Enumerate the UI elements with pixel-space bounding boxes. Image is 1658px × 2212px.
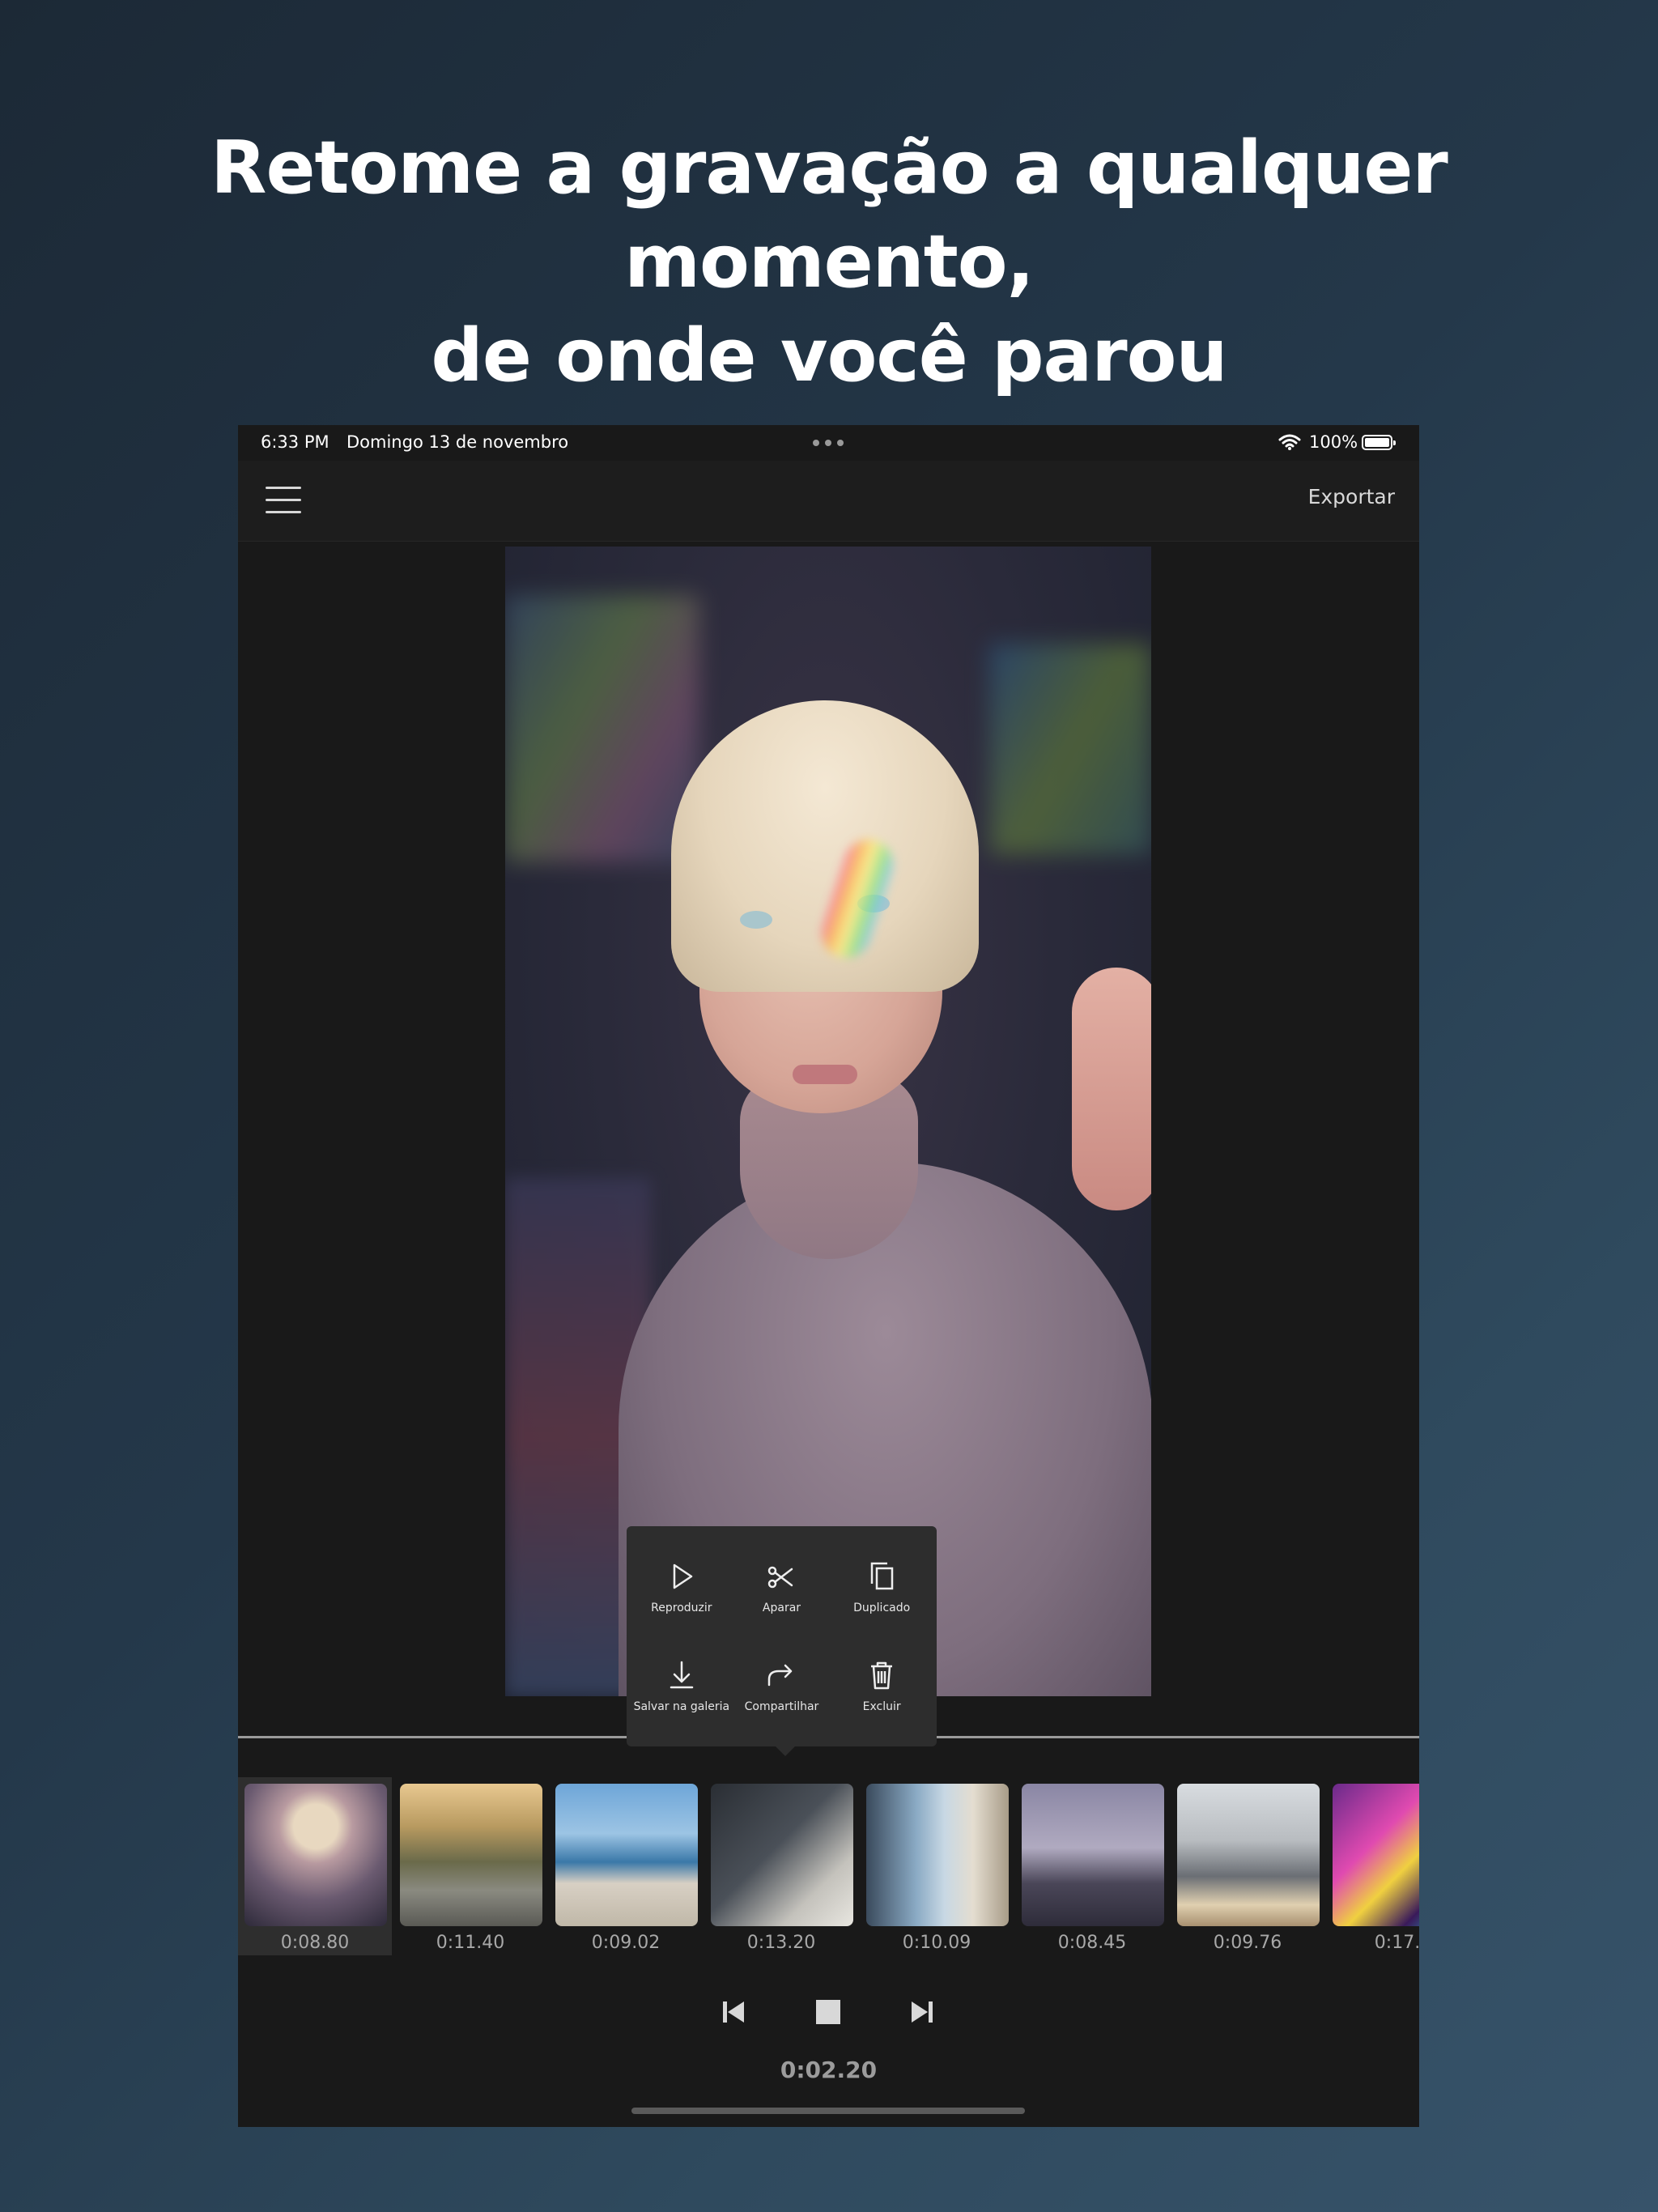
clip-duration: 0:17.0 (1374, 1933, 1419, 1953)
playback-timecode: 0:02.20 (780, 2057, 878, 2083)
video-preview[interactable] (505, 547, 1151, 1696)
download-icon (670, 1661, 694, 1689)
clip-item[interactable]: 0:08.80 (238, 1777, 392, 1955)
clip-thumbnail (555, 1784, 698, 1926)
duplicate-icon (870, 1562, 894, 1590)
skip-forward-icon (912, 2001, 933, 2023)
clip-duration: 0:10.09 (902, 1933, 971, 1953)
trim-label: Aparar (762, 1602, 801, 1614)
clip-thumbnail (400, 1784, 542, 1926)
status-date: Domingo 13 de novembro (346, 432, 569, 452)
battery-percent: 100% (1309, 432, 1358, 452)
home-indicator[interactable] (631, 2108, 1025, 2114)
duplicate-button[interactable]: Duplicado (831, 1538, 932, 1636)
hamburger-menu-icon[interactable] (266, 487, 301, 514)
clip-item[interactable]: 0:10.09 (860, 1777, 1014, 1955)
status-time: 6:33 PM (261, 432, 329, 452)
play-label: Reproduzir (651, 1602, 712, 1614)
clip-item[interactable]: 0:13.20 (704, 1777, 858, 1955)
clip-duration: 0:08.45 (1057, 1933, 1127, 1953)
delete-label: Excluir (862, 1700, 901, 1713)
play-button[interactable]: Reproduzir (631, 1538, 732, 1636)
delete-button[interactable]: Excluir (831, 1636, 932, 1735)
clip-item[interactable]: 0:09.76 (1171, 1777, 1324, 1955)
share-label: Compartilhar (744, 1700, 819, 1713)
clip-thumbnail (1177, 1784, 1320, 1926)
trash-icon (871, 1661, 893, 1690)
duplicate-label: Duplicado (853, 1602, 911, 1614)
skip-forward-button[interactable] (902, 1992, 942, 2032)
clip-item[interactable]: 0:08.45 (1015, 1777, 1169, 1955)
skip-back-icon (723, 2001, 744, 2023)
play-icon (673, 1563, 693, 1589)
status-bar: 6:33 PM Domingo 13 de novembro 100% (238, 425, 1419, 461)
clip-duration: 0:13.20 (746, 1933, 816, 1953)
skip-back-button[interactable] (713, 1992, 754, 2032)
scissors-icon (768, 1566, 793, 1589)
headline-line-2: de onde você parou (431, 313, 1227, 398)
clip-duration: 0:09.76 (1213, 1933, 1282, 1953)
clip-strip: 0:08.80 0:11.40 0:09.02 0:13.20 0:10.09 … (238, 1777, 1419, 1955)
clip-duration: 0:11.40 (436, 1933, 505, 1953)
export-button[interactable]: Exportar (1308, 485, 1395, 508)
headline-line-1: Retome a gravação a qualquer momento, (210, 125, 1448, 304)
clip-thumbnail (1333, 1784, 1419, 1926)
clip-duration: 0:08.80 (280, 1933, 350, 1953)
clip-item[interactable]: 0:17.0 (1326, 1777, 1419, 1955)
share-icon (768, 1664, 793, 1687)
device-screen: 6:33 PM Domingo 13 de novembro 100% Expo… (238, 425, 1419, 2127)
stop-icon (816, 2000, 840, 2024)
trim-button[interactable]: Aparar (732, 1538, 832, 1636)
clip-item[interactable]: 0:09.02 (549, 1777, 703, 1955)
nav-bar: Exportar (238, 461, 1419, 542)
clip-item[interactable]: 0:11.40 (393, 1777, 547, 1955)
clip-duration: 0:09.02 (591, 1933, 661, 1953)
clip-thumbnail (711, 1784, 853, 1926)
headline: Retome a gravação a qualquer momento, de… (0, 121, 1658, 403)
clip-context-menu: Reproduzir Aparar Duplicado Salvar na ga… (627, 1526, 937, 1756)
save-to-gallery-label: Salvar na galeria (633, 1700, 730, 1713)
share-button[interactable]: Compartilhar (732, 1636, 832, 1735)
clip-thumbnail (1022, 1784, 1164, 1926)
clip-thumbnail (866, 1784, 1009, 1926)
wifi-icon (1278, 434, 1301, 450)
transport-controls (238, 1992, 1419, 2040)
save-to-gallery-button[interactable]: Salvar na galeria (631, 1636, 732, 1735)
multitasking-dots-icon[interactable] (813, 440, 844, 446)
stop-button[interactable] (808, 1992, 848, 2032)
clip-thumbnail (244, 1784, 387, 1926)
battery-icon (1362, 435, 1396, 450)
